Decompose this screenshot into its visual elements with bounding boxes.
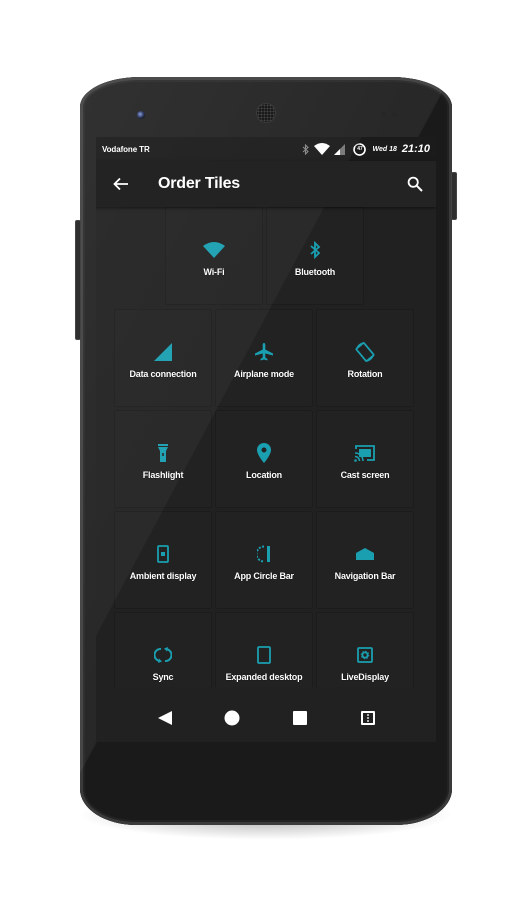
tile-rotation[interactable]: Rotation: [316, 309, 414, 407]
nav-home-button[interactable]: [222, 708, 242, 728]
front-camera: [137, 111, 145, 119]
location-pin-icon: [253, 442, 275, 464]
cast-icon: [354, 442, 376, 464]
tile-label: Airplane mode: [234, 369, 294, 379]
nav-menu-button[interactable]: [358, 708, 378, 728]
tile-ambient-display[interactable]: Ambient display: [114, 511, 212, 609]
tile-airplane-mode[interactable]: Airplane mode: [215, 309, 313, 407]
status-clock: 21:10: [401, 143, 430, 155]
tile-label: Expanded desktop: [225, 672, 303, 682]
tile-navigation-bar[interactable]: Navigation Bar: [316, 511, 414, 609]
nav-recents-button[interactable]: [290, 708, 310, 728]
bluetooth-icon: [304, 239, 326, 261]
page-title: Order Tiles: [158, 175, 240, 192]
proximity-sensor: [381, 112, 386, 117]
app-bar: Order Tiles: [96, 161, 436, 207]
earpiece-speaker: [257, 104, 275, 122]
back-button[interactable]: [110, 173, 132, 195]
wifi-icon: [314, 143, 331, 155]
ambient-display-icon: [152, 543, 174, 565]
tile-label: Navigation Bar: [334, 571, 396, 581]
navigation-bar-icon: [354, 543, 376, 565]
tile-flashlight[interactable]: Flashlight: [114, 410, 212, 508]
search-button[interactable]: [404, 173, 426, 195]
screen: Vodafone TR 47 Wed 18 21:10 Order Tiles: [96, 137, 436, 742]
tile-live-display[interactable]: LiveDisplay: [316, 612, 414, 687]
tile-sync[interactable]: Sync: [114, 612, 212, 687]
tile-label: Location: [246, 470, 282, 480]
power-button: [451, 172, 457, 220]
status-icons: 47 Wed 18 21:10: [302, 142, 430, 156]
home-circle-icon: [224, 710, 240, 726]
light-sensor: [392, 112, 397, 117]
tile-expanded-desktop[interactable]: Expanded desktop: [215, 612, 313, 687]
arrow-left-icon: [113, 177, 128, 191]
cell-signal-icon: [152, 341, 174, 363]
flashlight-icon: [152, 442, 174, 464]
battery-circle-icon: 47: [353, 142, 367, 156]
tile-label: Data connection: [129, 369, 197, 379]
rotation-icon: [354, 341, 376, 363]
tile-label: App Circle Bar: [234, 571, 294, 581]
tile-wifi[interactable]: Wi-Fi: [165, 207, 263, 305]
bluetooth-icon: [302, 143, 310, 155]
tiles-grid: Wi-Fi Bluetooth Data connection Airplane…: [96, 207, 436, 687]
menu-icon: [361, 711, 375, 725]
status-date: Wed 18: [372, 145, 397, 153]
battery-level: 47: [357, 145, 363, 152]
tile-label: Ambient display: [129, 571, 197, 581]
navigation-bar: [96, 694, 436, 742]
wifi-icon: [203, 239, 225, 261]
volume-button: [75, 220, 81, 340]
tile-location[interactable]: Location: [215, 410, 313, 508]
app-circle-bar-icon: [253, 543, 275, 565]
tile-cast-screen[interactable]: Cast screen: [316, 410, 414, 508]
live-display-icon: [354, 644, 376, 666]
cell-signal-icon: [334, 143, 346, 155]
sync-icon: [152, 644, 174, 666]
expanded-desktop-icon: [253, 644, 275, 666]
airplane-icon: [253, 341, 275, 363]
tile-label: Flashlight: [142, 470, 184, 480]
tile-label: Wi-Fi: [203, 267, 225, 277]
search-icon: [407, 176, 423, 192]
status-bar: Vodafone TR 47 Wed 18 21:10: [96, 137, 436, 161]
tile-label: Rotation: [347, 369, 383, 379]
nav-back-button[interactable]: [155, 708, 175, 728]
tile-data-connection[interactable]: Data connection: [114, 309, 212, 407]
back-triangle-icon: [158, 711, 172, 725]
tile-label: Bluetooth: [294, 267, 336, 277]
recents-square-icon: [293, 711, 307, 725]
tile-bluetooth[interactable]: Bluetooth: [266, 207, 364, 305]
tile-app-circle-bar[interactable]: App Circle Bar: [215, 511, 313, 609]
tile-label: Sync: [152, 672, 174, 682]
carrier-name: Vodafone TR: [102, 144, 150, 154]
tile-label: LiveDisplay: [341, 672, 389, 682]
tile-label: Cast screen: [340, 470, 390, 480]
